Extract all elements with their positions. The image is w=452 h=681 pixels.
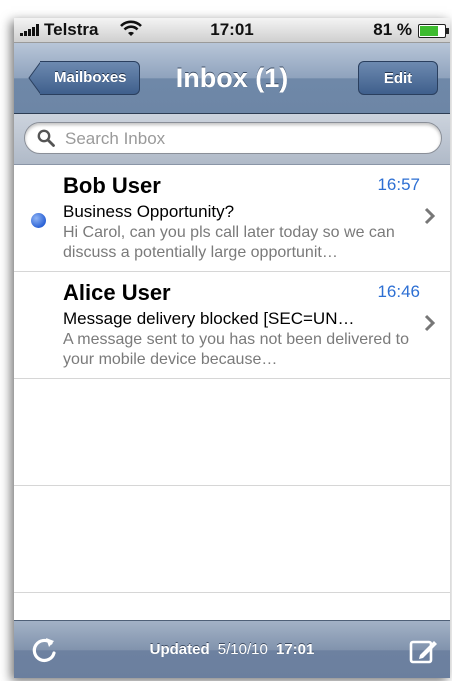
chevron-right-icon bbox=[424, 207, 436, 225]
chevron-right-icon bbox=[424, 314, 436, 332]
navigation-bar: Mailboxes Inbox (1) Edit bbox=[14, 43, 450, 114]
message-subject: Message delivery blocked [SEC=UN… bbox=[63, 309, 355, 328]
updated-label: Updated bbox=[149, 641, 210, 658]
battery-percent: 81 % bbox=[373, 20, 412, 39]
search-icon bbox=[37, 129, 55, 147]
empty-row bbox=[14, 379, 450, 486]
message-time: 16:57 bbox=[377, 175, 420, 194]
updated-date: 5/10/10 bbox=[217, 641, 268, 658]
battery-fill bbox=[420, 26, 438, 36]
message-row[interactable]: Alice User 16:46 Message delivery blocke… bbox=[14, 272, 450, 379]
edit-button[interactable]: Edit bbox=[358, 61, 438, 95]
updated-status: Updated 5/10/10 17:01 bbox=[14, 641, 450, 658]
message-sender: Bob User bbox=[63, 173, 161, 198]
search-bar bbox=[14, 114, 450, 165]
battery-icon bbox=[418, 24, 449, 38]
phone-screen: Telstra 17:01 81 % Mailboxes Inbox (1) E… bbox=[14, 18, 450, 678]
search-input[interactable] bbox=[63, 123, 427, 155]
status-bar: Telstra 17:01 81 % bbox=[14, 18, 450, 43]
message-list: Bob User 16:57 Business Opportunity? Hi … bbox=[14, 165, 450, 620]
message-subject: Business Opportunity? bbox=[63, 202, 235, 221]
message-preview: A message sent to you has not been deliv… bbox=[63, 331, 410, 368]
message-row[interactable]: Bob User 16:57 Business Opportunity? Hi … bbox=[14, 165, 450, 272]
message-sender: Alice User bbox=[63, 280, 171, 305]
empty-row bbox=[14, 486, 450, 593]
unread-dot-icon bbox=[31, 213, 46, 228]
updated-time: 17:01 bbox=[276, 641, 315, 658]
message-preview: Hi Carol, can you pls call later today s… bbox=[63, 224, 395, 261]
bottom-toolbar: Updated 5/10/10 17:01 bbox=[14, 620, 450, 678]
search-field[interactable] bbox=[24, 122, 442, 155]
message-time: 16:46 bbox=[377, 282, 420, 301]
compose-icon[interactable] bbox=[408, 636, 438, 666]
